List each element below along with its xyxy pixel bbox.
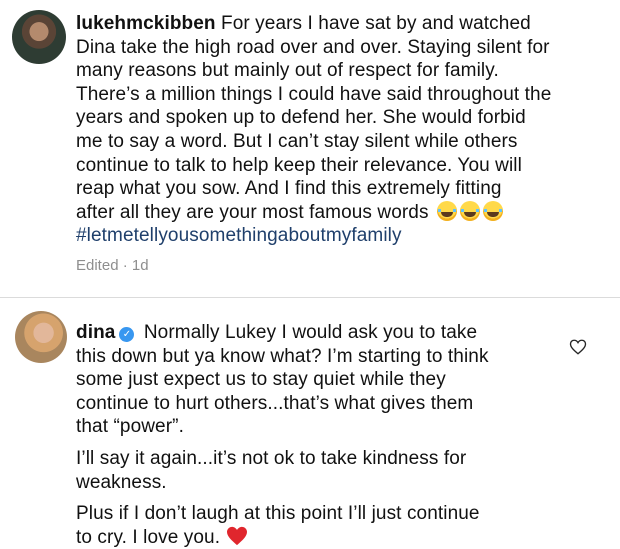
avatar[interactable] — [15, 311, 67, 363]
tears-of-joy-emoji-icon — [459, 200, 480, 221]
comment-meta: Edited · 1d — [76, 257, 149, 274]
username-link[interactable]: dina — [76, 322, 115, 343]
username-link[interactable]: lukehmckibben — [76, 13, 216, 34]
divider — [0, 297, 620, 298]
like-heart-icon[interactable] — [569, 338, 587, 356]
red-heart-emoji-icon — [227, 526, 248, 545]
avatar[interactable] — [12, 10, 66, 64]
verified-badge-icon: ✓ — [119, 327, 135, 342]
tears-of-joy-emoji-icon — [482, 200, 503, 221]
hashtag-link[interactable]: #letmetellyousomethingaboutmyfamily — [76, 224, 606, 248]
comment-text: dina ✓ Normally Lukey I would ask you to … — [76, 322, 489, 548]
comment-text: lukehmckibben For years I have sat by an… — [76, 12, 606, 248]
tears-of-joy-emoji-icon — [436, 200, 457, 221]
